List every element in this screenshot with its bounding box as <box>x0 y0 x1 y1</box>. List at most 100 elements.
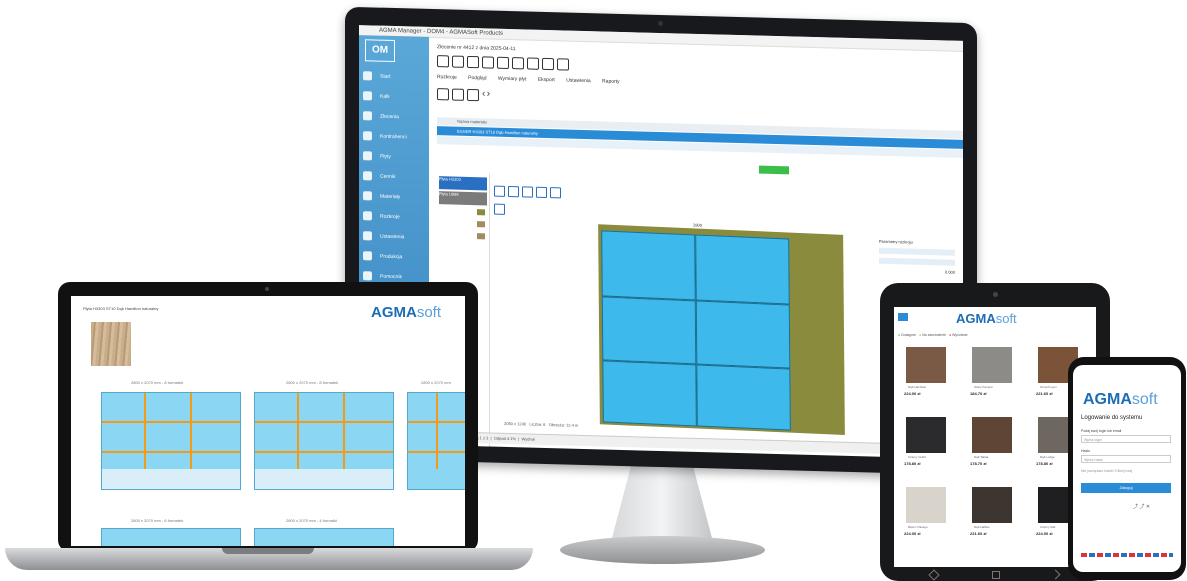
cut-line <box>255 421 393 423</box>
social-icons: ⤴ ⤴ ✕ <box>1133 503 1150 510</box>
sidebar-item-clients[interactable]: Kontrahenci <box>363 129 427 145</box>
product-card[interactable]: Szary Kamień 184.70 zł <box>968 345 1016 407</box>
cut-panel[interactable] <box>601 230 696 301</box>
laptop: Płyta H3303 ST10 Dąb Hamilton naturalny … <box>58 282 478 552</box>
product-card[interactable]: Beton Chicago 224.00 zł <box>902 485 950 547</box>
close-icon[interactable]: ✕ <box>1146 504 1150 510</box>
sidebar-item-production[interactable]: Produkcja <box>363 249 427 265</box>
product-card[interactable]: Dąb Hamilton 224.00 zł <box>902 345 950 407</box>
sidebar-item-kalk[interactable]: Kalk <box>363 89 427 105</box>
search-icon[interactable] <box>536 186 547 199</box>
tab-ustawienia[interactable]: Ustawienia <box>566 78 590 85</box>
product-price: 221.60 zł <box>970 531 987 536</box>
sidebar-item-prices[interactable]: Cennik <box>363 169 427 185</box>
cut-panel[interactable] <box>602 360 697 427</box>
login-input[interactable]: Wpisz login <box>1081 435 1171 443</box>
legend: ● Dostępne ● Na zamówienie ● Wycofane <box>898 333 1096 337</box>
sidebar-item-orders[interactable]: Zlecenia <box>363 109 427 125</box>
back-icon[interactable] <box>928 569 940 581</box>
menu-button[interactable] <box>898 313 908 321</box>
add-icon[interactable] <box>452 55 464 68</box>
zoom-in-icon[interactable] <box>494 185 505 197</box>
user-icon[interactable] <box>527 57 539 70</box>
disk-icon[interactable] <box>467 88 479 101</box>
stat-count: Liczba: 6 <box>529 421 546 427</box>
cut-sheet[interactable] <box>407 392 465 490</box>
product-card[interactable]: Czarny Grafit 178.80 zł <box>902 415 950 477</box>
tab-rozkroje[interactable]: Rozkroje <box>437 74 457 81</box>
nav-toolbar: ‹ › <box>437 87 490 101</box>
sidebar-item-cuts[interactable]: Rozkroje <box>363 209 427 225</box>
cut-sheet[interactable] <box>254 528 394 546</box>
forgot-password-link[interactable]: Nie pamiętasz hasła? Kliknij tutaj <box>1081 469 1132 473</box>
cut-panel[interactable] <box>695 300 791 369</box>
zoom-out-icon[interactable] <box>508 185 519 198</box>
export-icon[interactable] <box>542 57 554 71</box>
grid-icon[interactable] <box>550 187 561 199</box>
product-name: Czarny Mat <box>1040 525 1056 529</box>
product-name: Szary Kamień <box>974 385 993 389</box>
legend-item: Na zamówienie <box>922 333 947 337</box>
refresh-icon[interactable] <box>437 87 449 101</box>
mail-icon[interactable] <box>512 57 524 70</box>
clock-icon <box>363 91 372 101</box>
cut-panel[interactable] <box>601 296 697 365</box>
tab-raporty[interactable]: Raporty <box>602 78 620 84</box>
cut-line <box>102 451 240 453</box>
material-icon <box>363 191 372 201</box>
product-name: Dąb Hamilton <box>908 385 927 389</box>
tab-eksport[interactable]: Eksport <box>538 77 555 83</box>
share-icon[interactable]: ⤴ <box>1139 504 1144 510</box>
folder-icon[interactable] <box>452 88 464 101</box>
cut-sheet[interactable] <box>254 392 394 490</box>
cut-line <box>297 393 299 469</box>
share-icon[interactable]: ⤴ <box>1133 504 1138 510</box>
cut-panel[interactable] <box>695 234 790 305</box>
product-image <box>906 417 946 453</box>
cut-sheet[interactable] <box>101 392 241 490</box>
tab-podglad[interactable]: Podgląd <box>468 75 486 81</box>
fit-icon[interactable] <box>522 186 533 198</box>
edit-icon[interactable] <box>467 55 479 69</box>
copy-icon[interactable] <box>482 56 494 69</box>
prev-icon[interactable]: ‹ <box>482 88 485 99</box>
sidebar-item-label: Rozkroje <box>380 213 400 221</box>
sidebar-item-boards[interactable]: Płyty <box>363 149 427 165</box>
waste-area <box>255 469 393 489</box>
product-image <box>906 347 946 383</box>
legend-item: Dostępne <box>901 333 917 337</box>
settings-icon[interactable] <box>557 58 569 71</box>
product-name: Dąb Tabak <box>974 455 989 459</box>
home-icon <box>363 71 372 81</box>
factory-icon <box>363 251 372 261</box>
users-icon <box>363 131 372 141</box>
product-image <box>906 487 946 523</box>
viewer-toolbar <box>494 184 574 215</box>
legend-dot-icon: ● <box>948 333 952 337</box>
login-label: Podaj swój login lub email <box>1081 429 1122 433</box>
sidebar-item-materials[interactable]: Materiały <box>363 189 427 205</box>
language-flags[interactable] <box>1081 553 1173 557</box>
tablet-screen: AGMAsoft ● Dostępne ● Na zamówienie ● Wy… <box>894 307 1096 567</box>
print-icon[interactable] <box>497 56 509 70</box>
next-icon[interactable]: › <box>487 88 490 99</box>
sidebar-item-start[interactable]: Start <box>363 69 427 85</box>
cut-panel[interactable] <box>696 364 791 431</box>
forward-icon[interactable] <box>1050 569 1061 580</box>
password-input[interactable]: Wpisz hasło <box>1081 455 1171 463</box>
cut-sheet[interactable] <box>101 528 241 546</box>
save-icon[interactable] <box>437 55 449 68</box>
login-button[interactable]: Zaloguj <box>1081 483 1171 493</box>
tab-wymiary[interactable]: Wymiary płyt <box>498 76 527 83</box>
brand-bold: AGMA <box>1083 391 1132 408</box>
brand-bold: AGMA <box>371 304 417 321</box>
list-item[interactable]: Płyta U999 <box>439 191 487 206</box>
list-item[interactable]: Płyta H3303 <box>439 176 487 191</box>
product-card[interactable]: Dąb Halifax 221.60 zł <box>968 485 1016 547</box>
product-card[interactable]: Dąb Tabak 178.70 zł <box>968 415 1016 477</box>
param-row <box>879 247 955 256</box>
home-button-icon[interactable] <box>992 571 1000 579</box>
layers-icon[interactable] <box>494 203 505 215</box>
product-name: Orzech Lyon <box>1040 385 1057 389</box>
sidebar-item-settings[interactable]: Ustawienia <box>363 229 427 245</box>
